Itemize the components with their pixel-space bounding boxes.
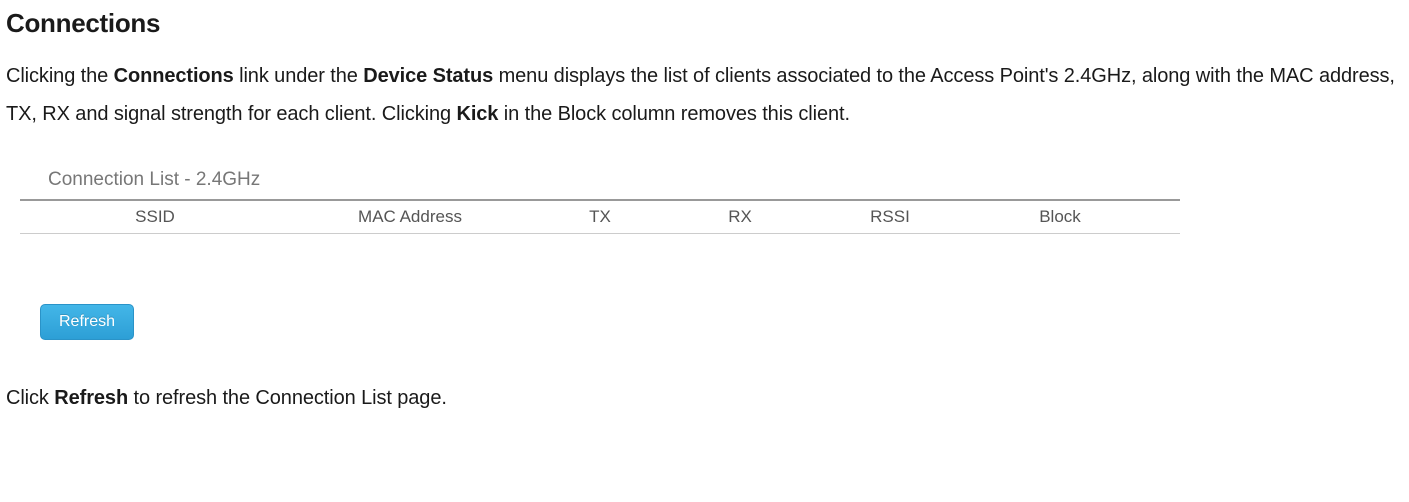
page-title: Connections [6,8,1409,39]
device-status-bold: Device Status [363,65,493,87]
connection-list-panel: Connection List - 2.4GHz SSID MAC Addres… [20,169,1180,340]
table-header-row: SSID MAC Address TX RX RSSI Block [20,199,1180,234]
text-fragment: in the Block column removes this client. [498,103,850,125]
panel-title: Connection List - 2.4GHz [48,169,1180,191]
refresh-button[interactable]: Refresh [40,304,134,340]
column-header-mac: MAC Address [290,207,530,227]
column-header-tx: TX [530,207,670,227]
text-fragment: Clicking the [6,65,114,87]
column-header-block: Block [970,207,1150,227]
text-fragment: to refresh the Connection List page. [128,387,447,409]
connection-table: SSID MAC Address TX RX RSSI Block [20,199,1180,234]
intro-paragraph: Clicking the Connections link under the … [6,57,1403,133]
connections-bold: Connections [114,65,234,87]
text-fragment: link under the [234,65,364,87]
footer-paragraph: Click Refresh to refresh the Connection … [6,380,1403,416]
column-header-rx: RX [670,207,810,227]
column-header-ssid: SSID [20,207,290,227]
kick-bold: Kick [456,103,498,125]
column-header-rssi: RSSI [810,207,970,227]
refresh-bold: Refresh [54,387,128,409]
text-fragment: Click [6,387,54,409]
